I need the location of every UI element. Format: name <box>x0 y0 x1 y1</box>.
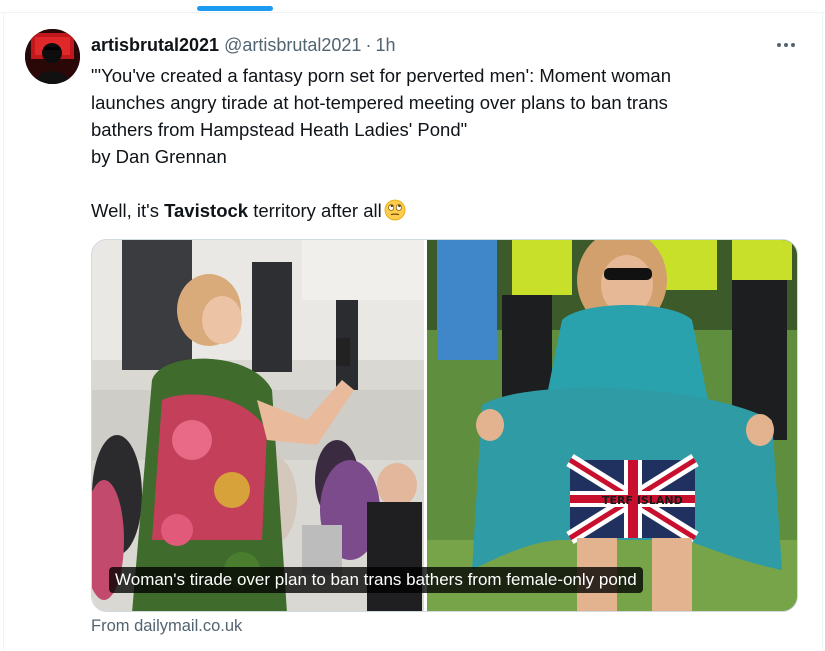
more-options-button[interactable] <box>771 32 801 58</box>
tweet-text-line: launches angry tirade at hot-tempered me… <box>91 92 668 113</box>
tweet-text-line: bathers from Hampstead Heath Ladies' Pon… <box>91 119 468 140</box>
more-options-icon <box>777 43 781 47</box>
comment-bold: Tavistock <box>164 200 249 221</box>
user-handle[interactable]: @artisbrutal2021 <box>224 35 361 56</box>
tweet-comment: Well, it's Tavistock territory after all <box>91 197 791 224</box>
display-name[interactable]: artisbrutal2021 <box>91 35 219 56</box>
divider <box>3 12 4 651</box>
tweet-text-line: "'You've created a fantasy porn set for … <box>91 65 672 86</box>
avatar[interactable] <box>25 29 80 84</box>
timestamp[interactable]: 1h <box>375 35 395 56</box>
image-caption: Woman's tirade over plan to ban trans ba… <box>109 567 643 593</box>
tweet-text: "'You've created a fantasy porn set for … <box>91 62 791 224</box>
more-options-icon-dot <box>791 43 795 47</box>
comment-suffix: territory after all <box>248 200 382 221</box>
divider <box>0 12 825 13</box>
tweet-header: artisbrutal2021 @artisbrutal2021 · 1h <box>91 33 395 57</box>
active-tab-indicator <box>197 6 273 11</box>
tweet-text-line: by Dan Grennan <box>91 146 227 167</box>
separator: · <box>365 34 372 55</box>
link-source[interactable]: From dailymail.co.uk <box>91 617 242 636</box>
news-photo: TERF ISLAND <box>92 240 797 611</box>
face-with-rolling-eyes-emoji <box>384 199 406 221</box>
more-options-icon-dot <box>784 43 788 47</box>
shorts-text: TERF ISLAND <box>602 494 683 507</box>
link-card-image[interactable]: TERF ISLAND Woman's tirade over plan to … <box>91 239 798 612</box>
comment-prefix: Well, it's <box>91 200 165 221</box>
avatar-image <box>25 29 80 84</box>
divider <box>822 12 823 651</box>
